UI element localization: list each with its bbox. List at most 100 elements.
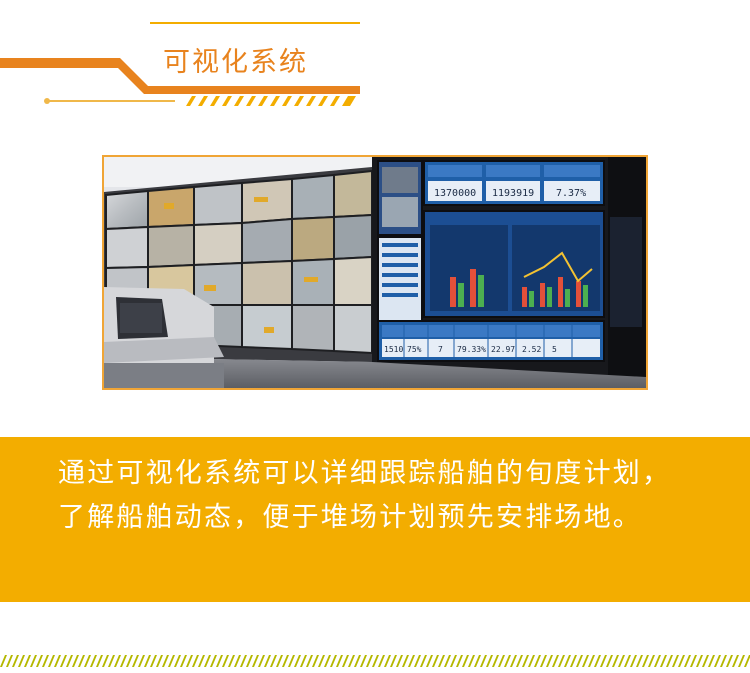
- hatch-stripe: [168, 655, 175, 667]
- hatch-stripe: [456, 655, 463, 667]
- hatch-stripe: [396, 655, 403, 667]
- hatch-stripe: [312, 655, 319, 667]
- hatch-stripe: [402, 655, 409, 667]
- hatch-stripe: [132, 655, 139, 667]
- hatch-stripe: [678, 655, 685, 667]
- hatch-stripe: [72, 655, 79, 667]
- table-value-7: 5: [552, 345, 557, 354]
- hatch-stripe: [36, 655, 43, 667]
- section-title: 可视化系统: [163, 47, 308, 78]
- hatch-stripe: [732, 655, 739, 667]
- hatch-stripe: [630, 655, 637, 667]
- section-header: 可视化系统: [0, 0, 750, 120]
- control-room-photo: 1370000 1193919 7.37% 1510 75% 7 79.33% …: [102, 155, 648, 390]
- hatch-stripe: [78, 655, 85, 667]
- kpi-value-2: 1193919: [492, 188, 534, 199]
- hatch-stripe: [390, 655, 397, 667]
- hatch-stripe: [468, 655, 475, 667]
- hatch-stripe: [354, 655, 361, 667]
- hatch-stripe: [498, 655, 505, 667]
- hatch-stripe: [108, 655, 115, 667]
- hatch-stripe: [210, 655, 217, 667]
- hatch-stripe: [642, 655, 649, 667]
- hatch-stripe: [192, 655, 199, 667]
- hatch-stripe: [420, 655, 427, 667]
- hatch-stripe: [264, 655, 271, 667]
- table-value-4: 79.33%: [457, 345, 486, 354]
- hatch-stripe: [684, 655, 691, 667]
- hatch-stripe: [702, 655, 709, 667]
- hatch-stripe: [720, 655, 727, 667]
- hatch-stripe: [408, 655, 415, 667]
- hatch-stripe: [174, 655, 181, 667]
- hatch-stripe: [330, 655, 337, 667]
- hatch-stripe: [60, 655, 67, 667]
- hatch-stripe: [162, 655, 169, 667]
- hatch-stripe: [726, 655, 733, 667]
- hatch-stripe: [306, 655, 313, 667]
- hatch-stripe: [696, 655, 703, 667]
- table-value-1: 1510: [384, 345, 403, 354]
- hatch-stripe: [414, 655, 421, 667]
- hatch-stripe: [18, 655, 25, 667]
- hatch-stripe: [570, 655, 577, 667]
- hatch-stripe: [594, 655, 601, 667]
- kpi-value-1: 1370000: [434, 188, 476, 199]
- hatch-stripe: [606, 655, 613, 667]
- hatch-stripe: [276, 655, 283, 667]
- hatch-stripe: [30, 655, 37, 667]
- hatch-stripe: [288, 655, 295, 667]
- kpi-value-3: 7.37%: [556, 188, 586, 199]
- hatch-stripe: [480, 655, 487, 667]
- hatch-stripe: [438, 655, 445, 667]
- hatch-stripe: [318, 655, 325, 667]
- hatch-stripe: [0, 655, 7, 667]
- hatch-stripe: [186, 655, 193, 667]
- hatch-stripe: [378, 655, 385, 667]
- hatch-stripe: [336, 655, 343, 667]
- hatch-stripe: [660, 655, 667, 667]
- hatch-stripe: [426, 655, 433, 667]
- hatch-stripe: [216, 655, 223, 667]
- hatch-stripe: [738, 655, 745, 667]
- hatch-stripe: [636, 655, 643, 667]
- hatch-stripe: [462, 655, 469, 667]
- hatch-stripe: [558, 655, 565, 667]
- hatch-stripe: [522, 655, 529, 667]
- hatch-stripe: [576, 655, 583, 667]
- hatch-stripe: [144, 655, 151, 667]
- hatch-stripe: [84, 655, 91, 667]
- hatch-stripe: [180, 655, 187, 667]
- hatch-stripe: [360, 655, 367, 667]
- table-value-5: 22.97: [491, 345, 515, 354]
- table-value-3: 7: [438, 345, 443, 354]
- hatch-stripe: [612, 655, 619, 667]
- hatch-stripe: [714, 655, 721, 667]
- hatch-stripe: [528, 655, 535, 667]
- hatch-stripe: [198, 655, 205, 667]
- hatch-stripe: [228, 655, 235, 667]
- hatch-stripe: [324, 655, 331, 667]
- hatch-stripe: [372, 655, 379, 667]
- hatch-stripe: [546, 655, 553, 667]
- hatch-stripe: [672, 655, 679, 667]
- hatch-stripe: [240, 655, 247, 667]
- hatch-stripe: [654, 655, 661, 667]
- hatch-stripe: [120, 655, 127, 667]
- hatch-stripe: [648, 655, 655, 667]
- hatch-stripe: [270, 655, 277, 667]
- hatch-stripe: [246, 655, 253, 667]
- hatch-stripe: [126, 655, 133, 667]
- hatch-stripe: [252, 655, 259, 667]
- hatch-stripe: [258, 655, 265, 667]
- hatch-stripe: [102, 655, 109, 667]
- hatch-stripe: [666, 655, 673, 667]
- hatch-stripe: [552, 655, 559, 667]
- table-value-6: 2.52: [522, 345, 541, 354]
- hatch-stripe: [516, 655, 523, 667]
- hatch-stripe: [600, 655, 607, 667]
- hatch-stripe: [582, 655, 589, 667]
- hatch-stripe: [138, 655, 145, 667]
- hatch-stripe: [294, 655, 301, 667]
- hatch-stripe: [486, 655, 493, 667]
